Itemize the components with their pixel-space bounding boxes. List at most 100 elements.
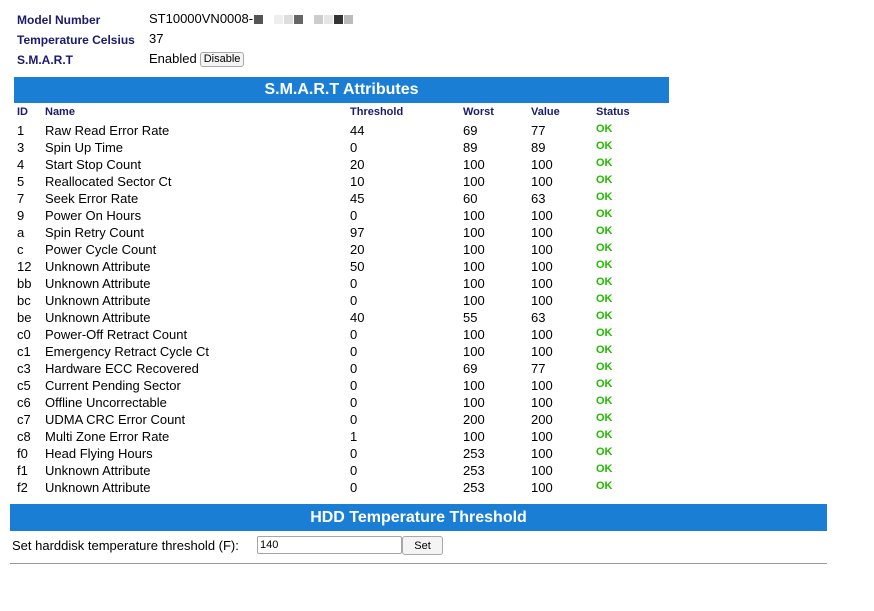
row-id: 12 xyxy=(17,259,32,274)
row-value: 100 xyxy=(531,276,553,291)
row-id: c5 xyxy=(17,378,31,393)
row-worst: 100 xyxy=(463,174,485,189)
row-id: c xyxy=(17,242,24,257)
row-name: Unknown Attribute xyxy=(45,480,151,495)
row-value: 77 xyxy=(531,123,546,138)
row-worst: 100 xyxy=(463,157,485,172)
row-worst: 253 xyxy=(463,463,485,478)
table-row: 9 Power On Hours 0 100 100 OK xyxy=(0,208,680,225)
row-threshold: 0 xyxy=(350,480,358,495)
table-row: 5 Reallocated Sector Ct 10 100 100 OK xyxy=(0,174,680,191)
row-threshold: 0 xyxy=(350,378,358,393)
smart-attributes-title: S.M.A.R.T Attributes xyxy=(14,77,669,103)
row-id: a xyxy=(17,225,25,240)
row-value: 89 xyxy=(531,140,546,155)
table-row: c1 Emergency Retract Cycle Ct 0 100 100 OK xyxy=(0,344,680,361)
model-number-text: ST10000VN0008- xyxy=(149,11,254,26)
temperature-threshold-title: HDD Temperature Threshold xyxy=(10,504,827,531)
smart-label: S.M.A.R.T xyxy=(17,53,73,67)
row-threshold: 50 xyxy=(350,259,365,274)
temperature-threshold-input[interactable] xyxy=(257,536,402,554)
table-row: bb Unknown Attribute 0 100 100 OK xyxy=(0,276,680,293)
row-id: c7 xyxy=(17,412,31,427)
row-threshold: 97 xyxy=(350,225,365,240)
row-name: Head Flying Hours xyxy=(45,446,153,461)
row-threshold: 0 xyxy=(350,446,358,461)
row-value: 100 xyxy=(531,446,553,461)
row-worst: 69 xyxy=(463,123,478,138)
row-worst: 69 xyxy=(463,361,478,376)
table-header-row: ID Name Threshold Worst Value Status xyxy=(0,106,680,123)
table-row: c3 Hardware ECC Recovered 0 69 77 OK xyxy=(0,361,680,378)
row-threshold: 45 xyxy=(350,191,365,206)
status-badge: OK xyxy=(596,276,613,288)
status-badge: OK xyxy=(596,174,613,186)
model-number-label: Model Number xyxy=(17,13,101,27)
table-row: c Power Cycle Count 20 100 100 OK xyxy=(0,242,680,259)
temperature-value: 37 xyxy=(149,31,164,46)
set-threshold-button[interactable]: Set xyxy=(402,536,443,555)
smart-status-text: Enabled xyxy=(149,51,197,66)
row-id: bb xyxy=(17,276,32,291)
row-name: Unknown Attribute xyxy=(45,259,151,274)
table-row: c8 Multi Zone Error Rate 1 100 100 OK xyxy=(0,429,680,446)
table-row: 3 Spin Up Time 0 89 89 OK xyxy=(0,140,680,157)
smart-disable-button[interactable]: Disable xyxy=(199,52,245,68)
row-id: 1 xyxy=(17,123,25,138)
row-value: 100 xyxy=(531,378,553,393)
row-value: 200 xyxy=(531,412,553,427)
status-badge: OK xyxy=(596,310,613,322)
table-row: f0 Head Flying Hours 0 253 100 OK xyxy=(0,446,680,463)
row-value: 100 xyxy=(531,480,553,495)
table-row: 7 Seek Error Rate 45 60 63 OK xyxy=(0,191,680,208)
row-id: 7 xyxy=(17,191,25,206)
status-badge: OK xyxy=(596,378,613,390)
row-value: 100 xyxy=(531,259,553,274)
table-row: be Unknown Attribute 40 55 63 OK xyxy=(0,310,680,327)
status-badge: OK xyxy=(596,446,613,458)
row-id: c6 xyxy=(17,395,31,410)
status-badge: OK xyxy=(596,293,613,305)
table-row: f1 Unknown Attribute 0 253 100 OK xyxy=(0,463,680,480)
row-threshold: 0 xyxy=(350,361,358,376)
row-worst: 100 xyxy=(463,378,485,393)
row-worst: 100 xyxy=(463,327,485,342)
row-id: f2 xyxy=(17,480,28,495)
status-badge: OK xyxy=(596,361,613,373)
row-value: 100 xyxy=(531,429,553,444)
row-name: Reallocated Sector Ct xyxy=(45,174,172,189)
row-name: Power On Hours xyxy=(45,208,142,223)
row-name: Spin Up Time xyxy=(45,140,124,155)
status-badge: OK xyxy=(596,480,613,492)
row-value: 63 xyxy=(531,191,546,206)
status-badge: OK xyxy=(596,140,613,152)
status-badge: OK xyxy=(596,412,613,424)
column-header-threshold: Threshold xyxy=(350,106,404,118)
row-threshold: 0 xyxy=(350,344,358,359)
row-worst: 55 xyxy=(463,310,478,325)
row-name: Unknown Attribute xyxy=(45,310,151,325)
footer-divider xyxy=(10,563,827,564)
row-name: Power-Off Retract Count xyxy=(45,327,188,342)
status-badge: OK xyxy=(596,395,613,407)
row-value: 100 xyxy=(531,344,553,359)
row-threshold: 20 xyxy=(350,242,365,257)
row-name: UDMA CRC Error Count xyxy=(45,412,186,427)
table-row: c6 Offline Uncorrectable 0 100 100 OK xyxy=(0,395,680,412)
row-worst: 89 xyxy=(463,140,478,155)
status-badge: OK xyxy=(596,327,613,339)
temperature-threshold-label: Set harddisk temperature threshold (F): xyxy=(12,538,239,553)
row-threshold: 0 xyxy=(350,463,358,478)
row-threshold: 10 xyxy=(350,174,365,189)
column-header-value: Value xyxy=(531,106,560,118)
row-name: Unknown Attribute xyxy=(45,293,151,308)
model-number-value: ST10000VN0008- xyxy=(149,11,354,27)
row-value: 100 xyxy=(531,242,553,257)
smart-value: Enabled Disable xyxy=(149,51,245,68)
table-row: 12 Unknown Attribute 50 100 100 OK xyxy=(0,259,680,276)
row-worst: 60 xyxy=(463,191,478,206)
status-badge: OK xyxy=(596,463,613,475)
row-id: c1 xyxy=(17,344,31,359)
table-row: c0 Power-Off Retract Count 0 100 100 OK xyxy=(0,327,680,344)
row-threshold: 0 xyxy=(350,327,358,342)
